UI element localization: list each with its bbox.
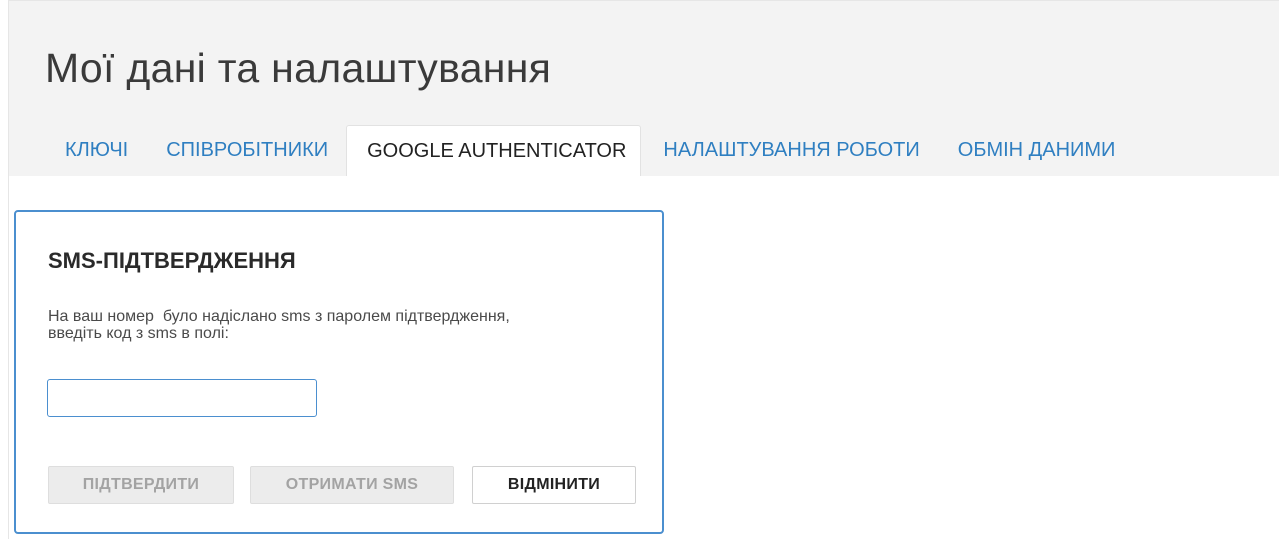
tab-google-authenticator[interactable]: GOOGLE AUTHENTICATOR (346, 125, 642, 176)
cancel-button[interactable]: ВІДМІНИТИ (472, 466, 636, 504)
page-header: Мої дані та налаштування КЛЮЧІ СПІВРОБІТ… (8, 0, 1279, 176)
tab-bar: КЛЮЧІ СПІВРОБІТНИКИ GOOGLE AUTHENTICATOR… (9, 125, 1115, 176)
content-left-border (8, 175, 9, 539)
panel-title: SMS-ПІДТВЕРДЖЕННЯ (48, 248, 296, 273)
tab-employees[interactable]: СПІВРОБІТНИКИ (166, 125, 328, 176)
sms-code-input[interactable] (47, 379, 317, 417)
panel-message-line-1: На ваш номер було надіслано sms з пароле… (48, 308, 510, 325)
tab-work-settings[interactable]: НАЛАШТУВАННЯ РОБОТИ (663, 125, 919, 176)
page-title: Мої дані та налаштування (45, 45, 552, 91)
tab-data-exchange[interactable]: ОБМІН ДАНИМИ (958, 125, 1116, 176)
panel-message: На ваш номер було надіслано sms з пароле… (48, 308, 648, 342)
panel-message-line-2: введіть код з sms в полі: (48, 325, 229, 342)
sms-confirmation-panel: SMS-ПІДТВЕРДЖЕННЯ На ваш номер було наді… (14, 210, 664, 534)
get-sms-button[interactable]: ОТРИМАТИ SMS (250, 466, 454, 504)
confirm-button[interactable]: ПІДТВЕРДИТИ (48, 466, 234, 504)
tab-keys[interactable]: КЛЮЧІ (65, 125, 128, 176)
